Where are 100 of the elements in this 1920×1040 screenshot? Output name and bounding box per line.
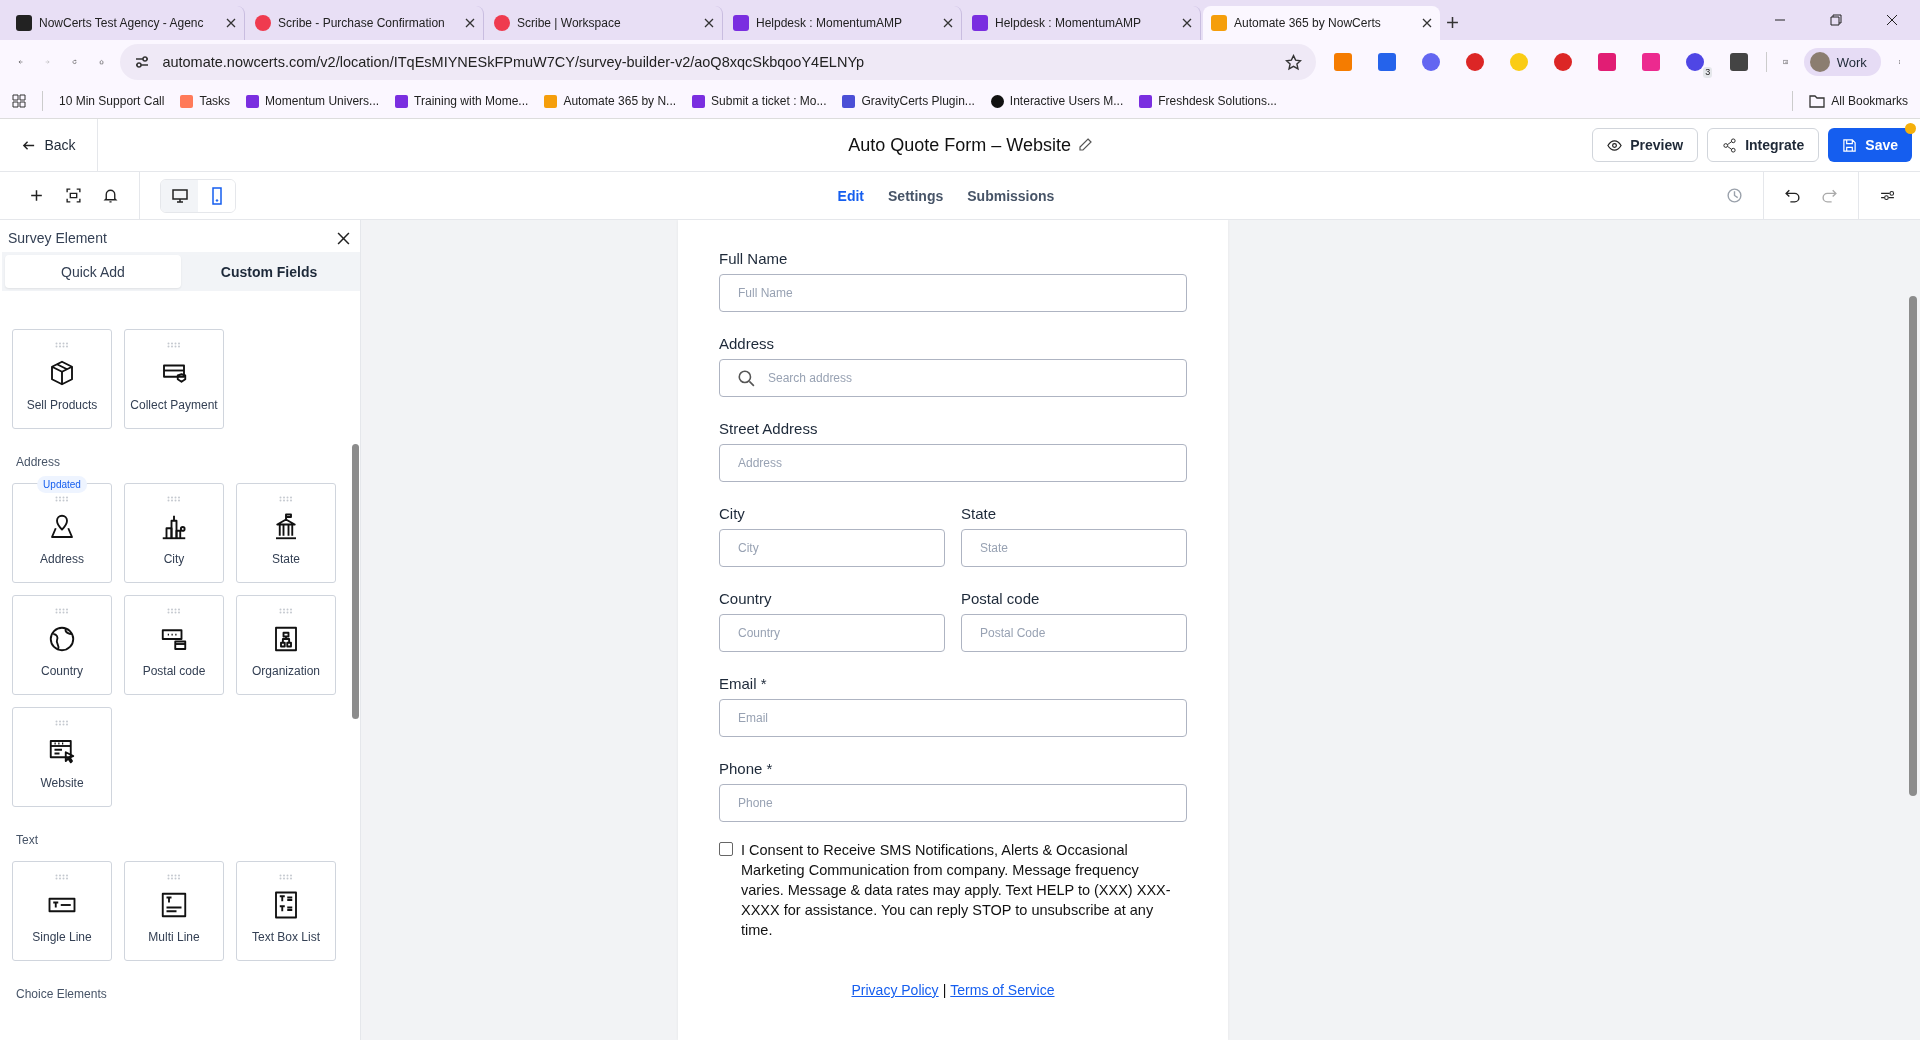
close-icon[interactable] [226,18,236,28]
save-button[interactable]: Save [1828,128,1912,162]
element-card[interactable]: Text Box List [236,861,336,961]
folder-icon [1809,94,1826,108]
address-bar[interactable]: automate.nowcerts.com/v2/location/ITqEsMIYNESkFPmuW7CY/survey-builder-v2/aoQ8xqcSkbqooY4ELNYp [120,44,1317,80]
drag-handle-icon[interactable] [279,496,293,502]
drag-handle-icon[interactable] [279,874,293,880]
count-badge: 3 [1703,67,1713,78]
desktop-view-button[interactable] [161,179,198,212]
drag-handle-icon[interactable] [167,874,181,880]
input-field[interactable]: State [961,529,1187,567]
profile-button[interactable]: Work [1803,48,1881,76]
field-label: Street Address [719,420,819,437]
input-field[interactable]: City [719,529,945,567]
close-icon[interactable] [943,18,953,28]
panel-title: Survey Element [8,230,107,246]
extension-icon[interactable] [1730,53,1749,71]
undo-icon[interactable] [1784,187,1801,204]
checkbox[interactable] [719,842,733,856]
input-field[interactable]: Email [719,699,1187,737]
terms-link[interactable]: Terms of Service [950,982,1055,998]
close-icon[interactable] [1422,18,1432,28]
drag-handle-icon[interactable] [167,342,181,348]
redo-icon[interactable] [1821,187,1838,204]
privacy-policy-link[interactable]: Privacy Policy [851,982,939,998]
drag-handle-icon[interactable] [167,496,181,502]
close-icon[interactable] [1886,14,1898,26]
add-icon[interactable] [28,187,45,204]
builder-tab[interactable]: Submissions [959,181,1063,210]
updated-badge: Updated [37,476,87,493]
drag-handle-icon[interactable] [55,608,69,614]
input-field[interactable]: Full Name [719,274,1187,312]
layers-icon[interactable] [65,187,82,204]
extension-icon[interactable] [1378,53,1397,71]
element-card[interactable]: Multi Line [124,861,224,961]
site-settings-icon[interactable] [134,54,151,70]
extension-icon[interactable] [1598,53,1617,71]
extension-icon[interactable] [1554,53,1573,71]
share-icon [1722,137,1738,153]
close-icon[interactable] [465,18,475,28]
element-card[interactable]: State [236,483,336,583]
bookmark[interactable]: Tasks [180,94,231,108]
star-icon[interactable] [1285,53,1303,71]
bookmark[interactable]: GravityCerts Plugin... [842,94,975,108]
element-card[interactable]: Collect Payment [124,329,224,429]
pencil-icon[interactable] [1077,137,1093,153]
panel-tab[interactable]: Custom Fields [181,255,357,288]
site-icon [16,15,32,31]
search-field[interactable]: Search address [719,359,1187,397]
field-label: State [961,505,998,522]
input-field[interactable]: Country [719,614,945,652]
element-card[interactable]: Sell Products [12,329,112,429]
integrate-button[interactable]: Integrate [1707,128,1820,162]
element-card[interactable]: Website [12,707,112,807]
bookmark[interactable]: Freshdesk Solutions... [1139,94,1277,108]
bookmark[interactable]: Training with Mome... [395,94,529,108]
element-card[interactable]: Country [12,595,112,695]
drag-handle-icon[interactable] [279,608,293,614]
bookmark[interactable]: Interactive Users M... [990,94,1124,108]
builder-tab[interactable]: Settings [880,181,952,210]
preview-button[interactable]: Preview [1592,128,1699,162]
bookmark[interactable]: 10 Min Support Call [59,94,165,108]
drag-handle-icon[interactable] [55,342,69,348]
extension-icon[interactable] [1466,53,1485,71]
close-icon[interactable] [1182,18,1192,28]
bookmark[interactable]: Momentum Univers... [246,94,380,108]
form-title: Auto Quote Form – Website [848,134,1071,156]
element-card[interactable]: Organization [236,595,336,695]
eye-icon [1607,137,1623,153]
bookmark[interactable]: Automate 365 by N... [544,94,677,108]
site-icon [1211,15,1227,31]
all-bookmarks-button[interactable]: All Bookmarks [1809,94,1908,108]
bookmark[interactable]: Submit a ticket : Mo... [692,94,827,108]
new-tab-icon[interactable] [1446,16,1459,29]
site-icon [255,15,271,31]
input-field[interactable]: Address [719,444,1187,482]
restore-icon[interactable] [1830,14,1842,26]
element-card[interactable]: City [124,483,224,583]
drag-handle-icon[interactable] [55,720,69,726]
drag-handle-icon[interactable] [55,496,69,502]
close-icon[interactable] [337,231,350,245]
browser-tab[interactable]: Automate 365 by NowCerts [1203,6,1440,40]
monitor-icon [170,186,189,205]
history-icon[interactable] [1726,187,1743,204]
element-card[interactable]: Postal code [124,595,224,695]
drag-handle-icon[interactable] [55,874,69,880]
bell-icon[interactable] [102,187,119,204]
element-card[interactable]: Single Line [12,861,112,961]
panel-tab[interactable]: Quick Add [5,255,181,288]
extension-icon[interactable] [1686,53,1705,71]
link-separator: | [942,982,947,998]
input-field[interactable]: Postal Code [961,614,1187,652]
builder-tab[interactable]: Edit [829,181,873,210]
input-field[interactable]: Phone [719,784,1187,822]
apps-grid-icon[interactable] [12,94,26,108]
drag-handle-icon[interactable] [167,608,181,614]
section-title: Text [16,833,39,847]
close-icon[interactable] [704,18,714,28]
field-label: City [719,505,746,522]
extension-icon[interactable] [1422,53,1441,71]
